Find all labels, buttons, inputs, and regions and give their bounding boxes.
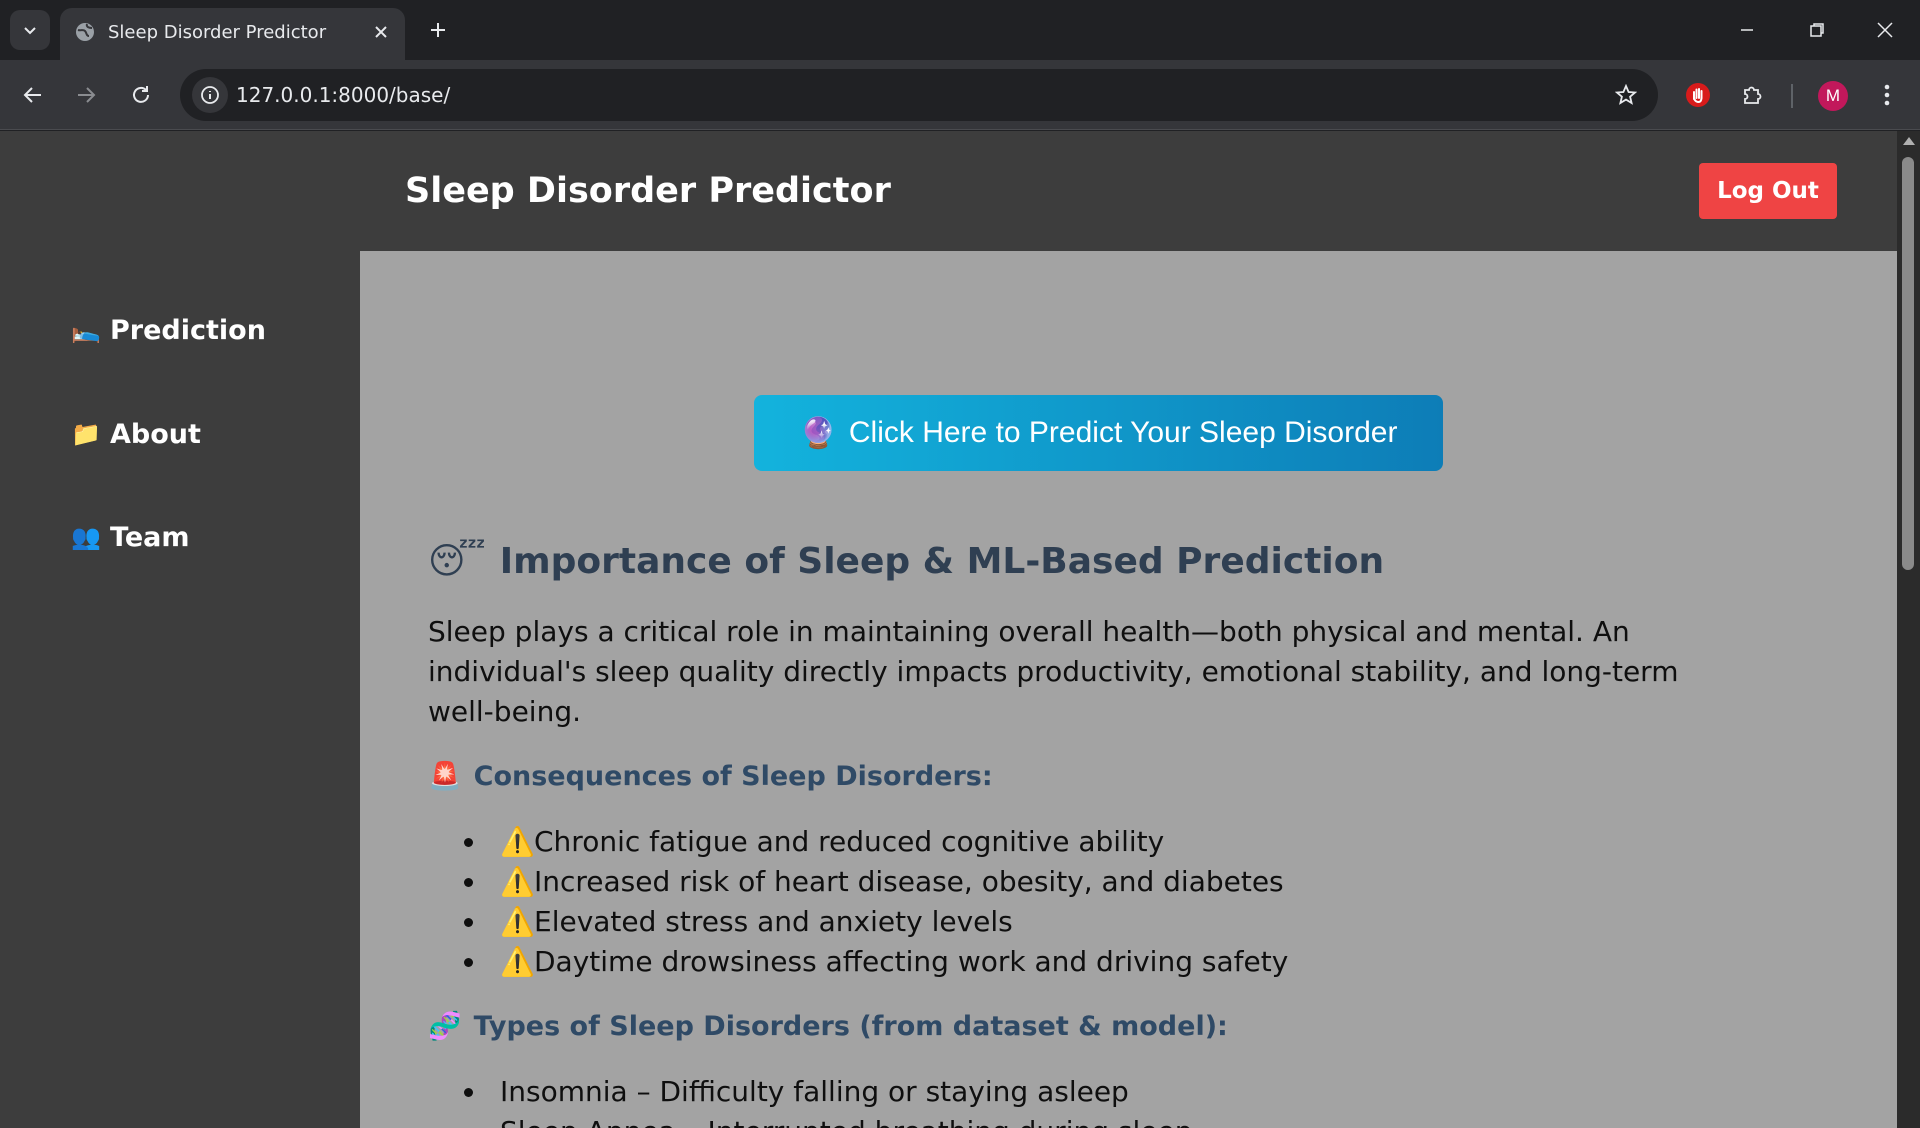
types-heading-text: Types of Sleep Disorders (from dataset &…: [473, 1010, 1228, 1042]
browser-tab-bar: Sleep Disorder Predictor: [0, 0, 1920, 60]
puzzle-icon: [1744, 86, 1762, 104]
warning-icon: ⚠️: [500, 945, 535, 978]
back-button[interactable]: [14, 76, 52, 114]
page-header: Sleep Disorder Predictor Log Out: [360, 131, 1897, 251]
folder-icon: 📁: [71, 421, 101, 448]
bed-icon: 🛌: [71, 317, 101, 344]
warning-icon: ⚠️: [500, 825, 535, 858]
restore-button[interactable]: [1782, 0, 1852, 60]
page-viewport: 🛌 Prediction 📁 About 👥 Team Sleep Disord…: [0, 131, 1920, 1128]
arrow-left-icon: [23, 87, 41, 103]
list-item: ⚠️Increased risk of heart disease, obesi…: [488, 862, 1848, 902]
sidebar-item-label: Team: [110, 522, 190, 553]
main-content: 🔮 Click Here to Predict Your Sleep Disor…: [360, 251, 1897, 1128]
page-title: Sleep Disorder Predictor: [405, 171, 891, 211]
crystal-ball-icon: 🔮: [799, 416, 837, 450]
close-icon: [1877, 22, 1893, 38]
extension-button[interactable]: [1679, 76, 1717, 114]
section-heading: 😴 Importance of Sleep & ML-Based Predict…: [428, 541, 1848, 582]
predict-button-label: Click Here to Predict Your Sleep Disorde…: [848, 416, 1398, 449]
sidebar-item-label: About: [110, 419, 201, 450]
types-list: Insomnia – Difficulty falling or staying…: [488, 1072, 1848, 1128]
tab-close-button[interactable]: [367, 18, 395, 46]
active-tab[interactable]: Sleep Disorder Predictor: [60, 8, 405, 60]
scrollbar-thumb[interactable]: [1902, 157, 1914, 570]
new-tab-button[interactable]: [422, 12, 454, 48]
tab-title: Sleep Disorder Predictor: [108, 22, 327, 43]
minimize-icon: [1741, 29, 1753, 31]
bookmark-button[interactable]: [1610, 79, 1642, 111]
logout-button[interactable]: Log Out: [1699, 163, 1837, 219]
tab-search-button[interactable]: [10, 10, 50, 50]
list-item: Insomnia – Difficulty falling or staying…: [488, 1072, 1848, 1112]
restore-icon: [1810, 23, 1824, 37]
sidebar: 🛌 Prediction 📁 About 👥 Team: [0, 131, 360, 1128]
info-section: 😴 Importance of Sleep & ML-Based Predict…: [428, 541, 1848, 1128]
list-item: Sleep Apnea – Interrupted breathing duri…: [488, 1112, 1848, 1128]
intro-paragraph: Sleep plays a critical role in maintaini…: [428, 615, 1679, 728]
consequences-heading-text: Consequences of Sleep Disorders:: [473, 760, 993, 792]
types-heading: 🧬 Types of Sleep Disorders (from dataset…: [428, 1010, 1848, 1043]
warning-icon: ⚠️: [500, 865, 535, 898]
consequences-list: ⚠️Chronic fatigue and reduced cognitive …: [488, 822, 1848, 982]
forward-button[interactable]: [67, 76, 105, 114]
list-item: ⚠️Elevated stress and anxiety levels: [488, 902, 1848, 942]
list-item: ⚠️Daytime drowsiness affecting work and …: [488, 942, 1848, 982]
browser-menu-button[interactable]: [1868, 76, 1906, 114]
warning-icon: ⚠️: [500, 905, 535, 938]
chevron-down-icon: [24, 27, 36, 35]
reload-icon: [133, 86, 149, 103]
sidebar-item-label: Prediction: [110, 315, 266, 346]
address-bar[interactable]: 127.0.0.1:8000/base/: [180, 69, 1658, 121]
close-window-button[interactable]: [1850, 0, 1920, 60]
close-icon: [375, 26, 387, 38]
section-heading-text: Importance of Sleep & ML-Based Predictio…: [499, 541, 1385, 582]
scroll-up-arrow-icon[interactable]: [1903, 137, 1915, 145]
predict-button[interactable]: 🔮 Click Here to Predict Your Sleep Disor…: [754, 395, 1443, 471]
scrollbar[interactable]: [1897, 131, 1920, 1128]
hand-stop-icon: [1686, 83, 1710, 107]
arrow-right-icon: [78, 87, 96, 103]
star-icon: [1615, 84, 1637, 105]
site-info-button[interactable]: [192, 77, 228, 113]
sidebar-item-about[interactable]: 📁 About: [70, 419, 201, 450]
minimize-button[interactable]: [1712, 0, 1782, 60]
siren-icon: 🚨: [428, 761, 462, 792]
browser-toolbar: 127.0.0.1:8000/base/ M: [0, 60, 1920, 130]
reload-button[interactable]: [122, 76, 160, 114]
url-text: 127.0.0.1:8000/base/: [236, 83, 451, 107]
profile-avatar[interactable]: M: [1818, 81, 1848, 111]
extensions-button[interactable]: [1734, 76, 1772, 114]
plus-icon: [431, 23, 445, 37]
sidebar-item-prediction[interactable]: 🛌 Prediction: [70, 315, 266, 346]
dna-icon: 🧬: [428, 1011, 462, 1042]
list-item: ⚠️Chronic fatigue and reduced cognitive …: [488, 822, 1848, 862]
consequences-heading: 🚨 Consequences of Sleep Disorders:: [428, 760, 1848, 793]
people-icon: 👥: [71, 524, 101, 551]
globe-icon: [76, 23, 94, 41]
info-icon: [201, 86, 219, 104]
sleeping-face-icon: 😴: [428, 541, 486, 582]
kebab-menu-icon: [1884, 84, 1890, 106]
toolbar-divider: [1791, 84, 1793, 108]
sidebar-item-team[interactable]: 👥 Team: [70, 522, 190, 553]
